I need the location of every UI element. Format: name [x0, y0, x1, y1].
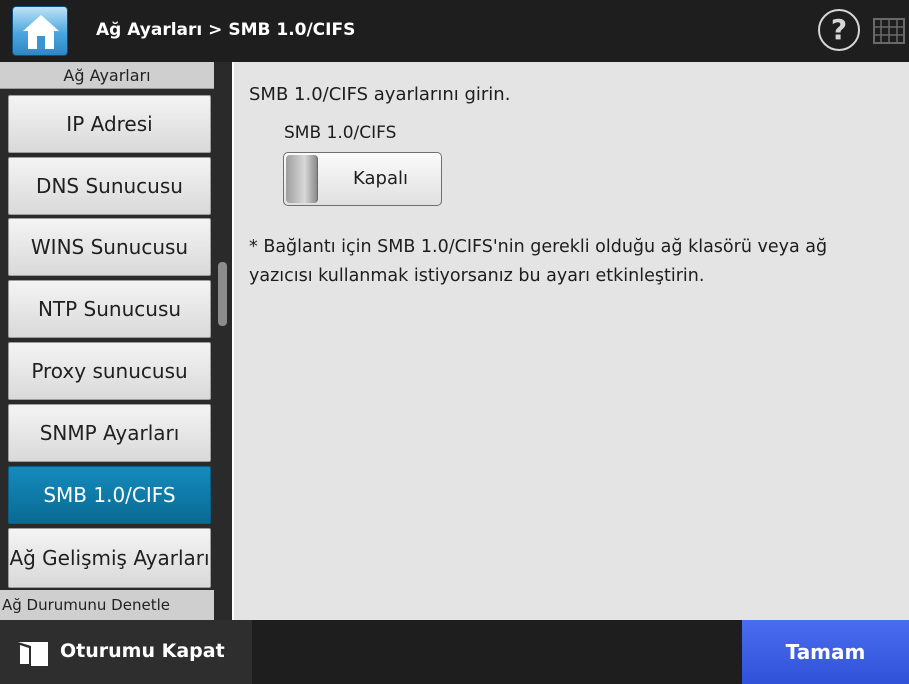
sidebar-item-proxy-server[interactable]: Proxy sunucusu	[8, 342, 211, 400]
note-text: * Bağlantı için SMB 1.0/CIFS'nin gerekli…	[249, 237, 828, 286]
ok-button[interactable]: Tamam	[742, 620, 909, 684]
help-button[interactable]: ?	[818, 9, 860, 51]
sidebar-item-snmp-settings[interactable]: SNMP Ayarları	[8, 404, 211, 462]
instruction-text: SMB 1.0/CIFS ayarlarını girin.	[249, 84, 511, 105]
smb-toggle[interactable]: Kapalı	[283, 152, 442, 206]
logout-button[interactable]: Oturumu Kapat	[0, 620, 252, 684]
sidebar-item-ip-address[interactable]: IP Adresi	[8, 95, 211, 153]
top-bar: Ağ Ayarları > SMB 1.0/CIFS ?	[0, 0, 909, 62]
toggle-knob[interactable]	[286, 155, 318, 203]
sidebar-footer[interactable]: Ağ Durumunu Denetle	[0, 590, 214, 620]
home-icon	[23, 15, 59, 49]
bottom-bar: Oturumu Kapat Tamam	[0, 620, 909, 684]
breadcrumb: Ağ Ayarları > SMB 1.0/CIFS	[96, 20, 356, 40]
sidebar: Ağ Ayarları IP Adresi DNS Sunucusu WINS …	[0, 62, 232, 620]
home-button[interactable]	[12, 6, 68, 56]
settings-panel: SMB 1.0/CIFS ayarlarını girin. SMB 1.0/C…	[232, 62, 909, 620]
keyboard-icon[interactable]	[873, 18, 905, 44]
sidebar-item-wins-server[interactable]: WINS Sunucusu	[8, 218, 211, 276]
sidebar-item-dns-server[interactable]: DNS Sunucusu	[8, 157, 211, 215]
sidebar-item-network-advanced[interactable]: Ağ Gelişmiş Ayarları	[8, 528, 211, 588]
sidebar-item-smb-cifs[interactable]: SMB 1.0/CIFS	[8, 466, 211, 524]
sidebar-header: Ağ Ayarları	[0, 62, 214, 89]
sidebar-scrollbar[interactable]	[214, 62, 232, 620]
sidebar-scrollbar-thumb[interactable]	[218, 262, 227, 326]
logout-label: Oturumu Kapat	[60, 640, 225, 662]
smb-toggle-label: SMB 1.0/CIFS	[284, 123, 397, 143]
toggle-state-text: Kapalı	[353, 168, 408, 189]
sidebar-item-ntp-server[interactable]: NTP Sunucusu	[8, 280, 211, 338]
logout-icon	[18, 642, 48, 666]
